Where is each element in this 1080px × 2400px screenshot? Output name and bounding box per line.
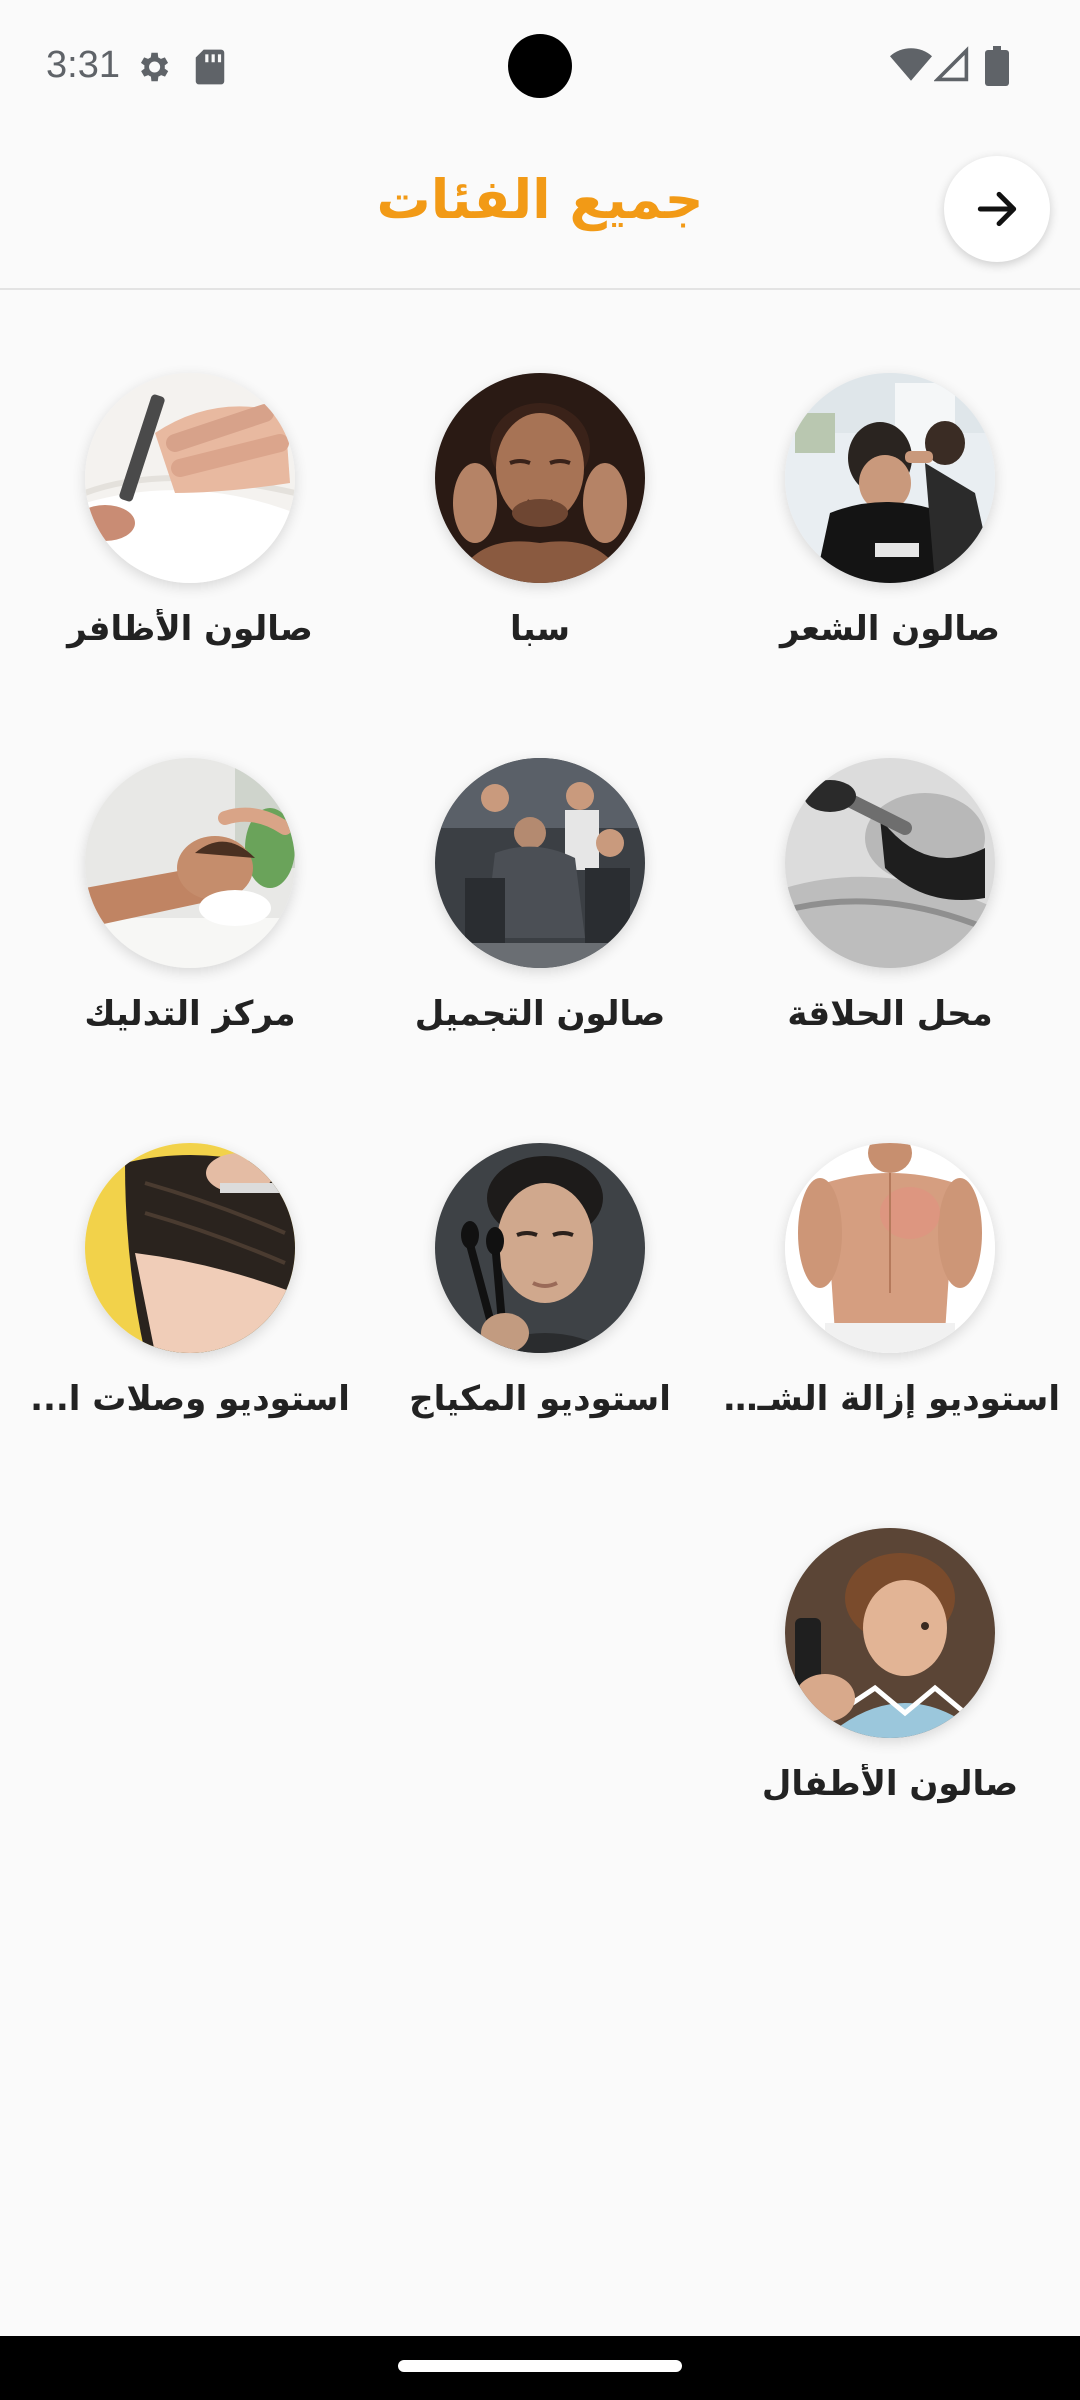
category-image — [785, 1528, 995, 1738]
page-title: جميع الفئات — [376, 168, 704, 231]
category-image — [785, 373, 995, 583]
category-image — [435, 373, 645, 583]
category-label: استوديو وصلات ا... — [30, 1379, 350, 1419]
wifi-icon — [890, 48, 932, 81]
category-label: محل الحلاقة — [787, 994, 993, 1034]
category-kids-salon[interactable]: صالون الأطفال — [720, 1528, 1060, 1858]
home-indicator[interactable] — [398, 2360, 682, 2372]
category-beauty-salon[interactable]: صالون التجميل — [370, 758, 710, 1088]
category-hair-extensions-studio[interactable]: استوديو وصلات ا... — [20, 1143, 360, 1473]
sd-card-icon — [195, 49, 225, 85]
gear-icon — [140, 52, 169, 82]
category-label: صالون التجميل — [414, 994, 666, 1034]
category-image — [435, 1143, 645, 1353]
category-image — [85, 758, 295, 968]
category-hair-salon[interactable]: صالون الشعر — [720, 373, 1060, 703]
status-time: 3:31 — [46, 44, 120, 86]
app-bar: جميع الفئات — [0, 132, 1080, 290]
system-nav-bar — [0, 2336, 1080, 2400]
category-image — [85, 1143, 295, 1353]
category-label: استوديو إزالة الشـ... — [720, 1379, 1060, 1419]
category-massage-center[interactable]: مركز التدليك — [20, 758, 360, 1088]
category-label: صالون الأظافر — [67, 609, 313, 649]
category-barber-shop[interactable]: محل الحلاقة — [720, 758, 1060, 1088]
category-label: سبا — [509, 609, 571, 649]
category-hair-removal-studio[interactable]: استوديو إزالة الشـ... — [720, 1143, 1060, 1473]
camera-cutout — [508, 34, 572, 98]
status-bar: 3:31 — [0, 0, 1080, 132]
category-label: صالون الشعر — [780, 609, 1000, 649]
back-button[interactable] — [944, 156, 1050, 262]
category-label: مركز التدليك — [84, 994, 296, 1034]
signal-icon — [934, 46, 969, 82]
category-image — [435, 758, 645, 968]
category-image — [785, 758, 995, 968]
category-label: صالون الأطفال — [761, 1764, 1019, 1804]
category-makeup-studio[interactable]: استوديو المكياج — [370, 1143, 710, 1473]
battery-icon — [985, 46, 1009, 86]
category-image — [785, 1143, 995, 1353]
category-label: استوديو المكياج — [409, 1379, 671, 1419]
category-nail-salon[interactable]: صالون الأظافر — [20, 373, 360, 703]
category-spa[interactable]: سبا — [370, 373, 710, 703]
category-image — [85, 373, 295, 583]
arrow-right-icon — [977, 191, 1017, 227]
